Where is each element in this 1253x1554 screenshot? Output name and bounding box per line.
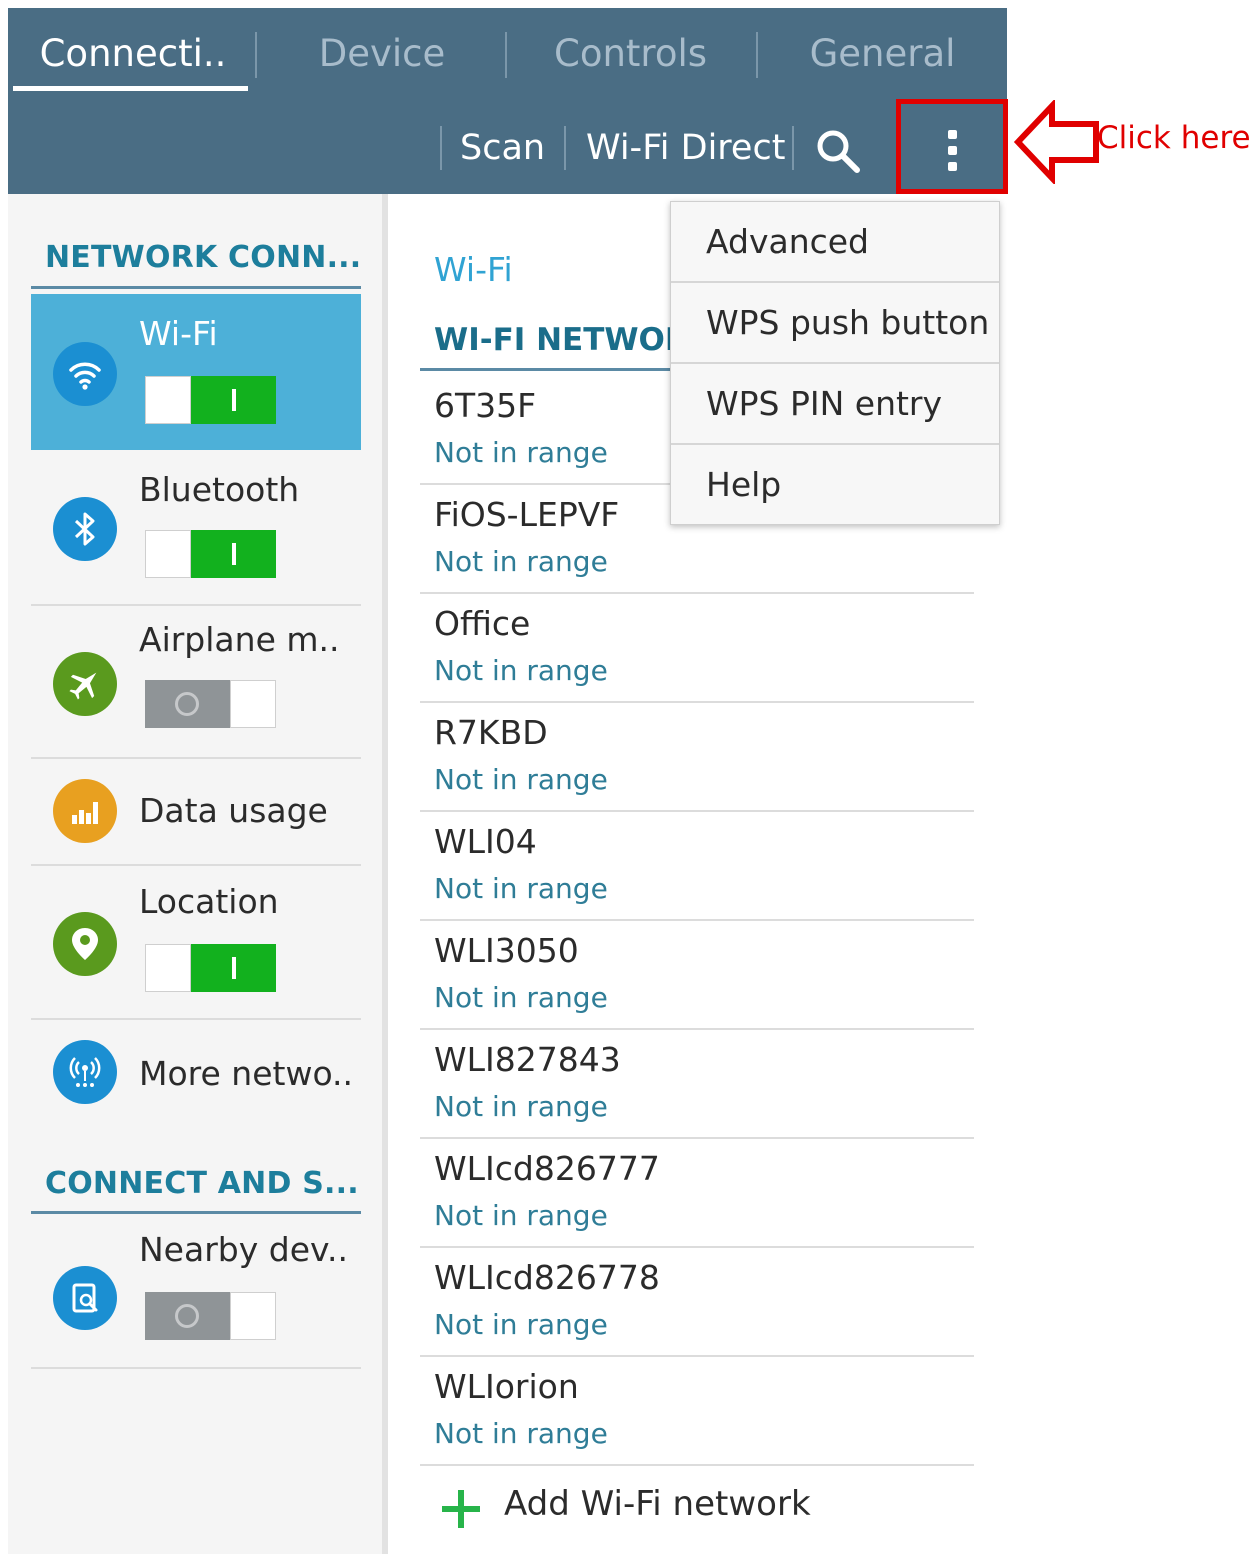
sidebar-item-data-usage[interactable]: Data usage	[31, 759, 361, 865]
sidebar-item-nearby-devices[interactable]: Nearby dev..	[31, 1214, 361, 1364]
menu-item-help[interactable]: Help	[671, 445, 999, 526]
add-wifi-network-label: Add Wi-Fi network	[504, 1484, 811, 1524]
network-name: 6T35F	[434, 386, 537, 425]
section-underline	[31, 286, 361, 289]
action-separator	[564, 126, 566, 170]
network-status: Not in range	[434, 436, 608, 469]
network-name: R7KBD	[434, 713, 548, 752]
menu-item-label: Advanced	[706, 222, 870, 261]
tab-separator	[505, 32, 507, 78]
network-name: WLIcd826778	[434, 1258, 660, 1297]
airplane-mode-toggle[interactable]	[145, 680, 276, 728]
network-status: Not in range	[434, 1090, 608, 1123]
page-title: Wi-Fi	[434, 250, 513, 289]
network-item[interactable]: R7KBD Not in range	[420, 703, 974, 812]
menu-item-label: WPS push button	[706, 303, 990, 342]
annotation-label: Click here	[1097, 120, 1251, 156]
menu-item-wps-push-button[interactable]: WPS push button	[671, 283, 999, 364]
sidebar-item-label: Nearby dev..	[139, 1230, 348, 1269]
tab-bar: Connecti.. Device Controls General	[8, 8, 1007, 98]
network-item[interactable]: WLI827843 Not in range	[420, 1030, 974, 1139]
network-status: Not in range	[434, 654, 608, 687]
highlight-box	[896, 99, 1008, 194]
network-status: Not in range	[434, 763, 608, 796]
location-toggle[interactable]	[145, 944, 276, 992]
network-name: WLI3050	[434, 931, 579, 970]
network-name: WLI04	[434, 822, 537, 861]
wifi-icon	[53, 342, 117, 406]
add-wifi-network-button[interactable]: Add Wi-Fi network	[434, 1480, 834, 1540]
network-item[interactable]: WLI04 Not in range	[420, 812, 974, 921]
tab-separator	[255, 32, 257, 78]
menu-item-label: Help	[706, 465, 782, 504]
network-item[interactable]: Office Not in range	[420, 594, 974, 703]
sidebar-item-location[interactable]: Location	[31, 866, 361, 1016]
section-header-network-connections: NETWORK CONN...	[45, 240, 362, 275]
nearby-devices-toggle[interactable]	[145, 1292, 276, 1340]
network-status: Not in range	[434, 1417, 608, 1450]
settings-screen: Connecti.. Device Controls General Scan …	[8, 8, 1007, 1554]
network-status: Not in range	[434, 981, 608, 1014]
location-icon	[53, 912, 117, 976]
network-item[interactable]: WLIorion Not in range	[420, 1357, 974, 1466]
sidebar-item-label: Data usage	[139, 791, 328, 830]
bluetooth-icon	[53, 497, 117, 561]
sidebar-item-label: Wi-Fi	[139, 314, 218, 353]
sidebar-item-label: More netwo..	[139, 1054, 354, 1093]
wifi-toggle[interactable]	[145, 376, 276, 424]
network-name: WLI827843	[434, 1040, 621, 1079]
section-header-connect-and-share: CONNECT AND S...	[45, 1166, 359, 1201]
tab-separator	[756, 32, 758, 78]
more-networks-icon	[53, 1040, 117, 1104]
action-separator	[792, 126, 794, 170]
data-usage-icon	[53, 779, 117, 843]
menu-item-advanced[interactable]: Advanced	[671, 202, 999, 283]
scan-button[interactable]: Scan	[460, 98, 545, 194]
action-separator	[440, 126, 442, 170]
network-name: Office	[434, 604, 531, 643]
left-arrow-icon	[1013, 100, 1099, 184]
network-name: WLIcd826777	[434, 1149, 660, 1188]
sidebar-item-more-networks[interactable]: More netwo..	[31, 1020, 361, 1130]
airplane-icon	[53, 652, 117, 716]
network-item[interactable]: WLIcd826777 Not in range	[420, 1139, 974, 1248]
tab-controls[interactable]: Controls	[513, 8, 748, 98]
nearby-devices-icon	[53, 1266, 117, 1330]
network-status: Not in range	[434, 545, 608, 578]
network-item[interactable]: WLIcd826778 Not in range	[420, 1248, 974, 1357]
network-status: Not in range	[434, 1308, 608, 1341]
sidebar-item-airplane-mode[interactable]: Airplane m..	[31, 606, 361, 758]
divider	[31, 1367, 361, 1369]
network-name: FiOS-LEPVF	[434, 495, 620, 534]
sidebar-item-wifi[interactable]: Wi-Fi	[31, 294, 361, 450]
action-bar: Scan Wi-Fi Direct	[8, 98, 1007, 194]
overflow-menu: Advanced WPS push button WPS PIN entry H…	[670, 201, 1000, 525]
menu-item-label: WPS PIN entry	[706, 384, 943, 423]
network-status: Not in range	[434, 872, 608, 905]
search-icon[interactable]	[813, 126, 865, 178]
tab-device[interactable]: Device	[266, 8, 498, 98]
menu-item-wps-pin-entry[interactable]: WPS PIN entry	[671, 364, 999, 445]
tab-connections[interactable]: Connecti..	[18, 8, 248, 98]
sidebar: NETWORK CONN... Wi-Fi Bluetooth Airplane…	[8, 194, 382, 1554]
network-name: WLIorion	[434, 1367, 579, 1406]
sidebar-item-label: Airplane m..	[139, 620, 340, 659]
active-tab-indicator	[13, 86, 248, 91]
wifi-direct-button[interactable]: Wi-Fi Direct	[586, 98, 785, 194]
bluetooth-toggle[interactable]	[145, 530, 276, 578]
network-item[interactable]: WLI3050 Not in range	[420, 921, 974, 1030]
tab-general[interactable]: General	[765, 8, 1000, 98]
network-status: Not in range	[434, 1199, 608, 1232]
sidebar-item-bluetooth[interactable]: Bluetooth	[31, 450, 361, 600]
sidebar-item-label: Bluetooth	[139, 470, 300, 509]
sidebar-item-label: Location	[139, 882, 279, 921]
